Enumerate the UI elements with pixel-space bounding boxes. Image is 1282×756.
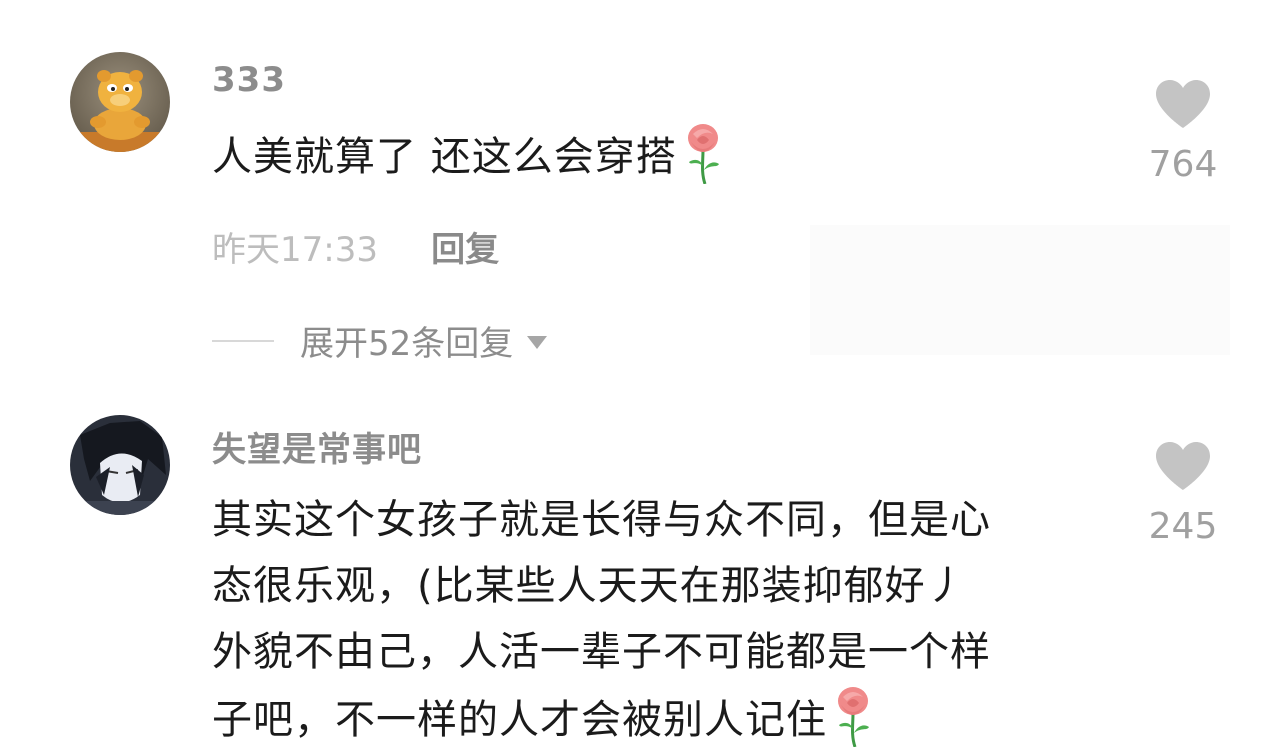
comment-line: 外貌不由己，人活一辈子不可能都是一个样: [212, 629, 991, 675]
expand-replies-label: 展开52条回复: [300, 324, 514, 364]
rose-emoji-icon: [838, 687, 869, 747]
comment-line-text: 人美就算了 还这么会穿搭: [212, 134, 677, 180]
like-button[interactable]: 245: [1148, 440, 1218, 547]
plush-toy-avatar-image: [70, 52, 170, 152]
comment-text: 人美就算了 还这么会穿搭: [212, 122, 723, 190]
anime-character-avatar-image: [70, 415, 170, 515]
like-count: 245: [1148, 506, 1218, 547]
username[interactable]: 失望是常事吧: [212, 422, 422, 471]
rose-emoji-icon: [687, 124, 719, 184]
like-button[interactable]: 764: [1148, 78, 1218, 185]
comment-meta: 昨天17:33 回复: [212, 222, 499, 271]
comment-line: 子吧，不一样的人才会被别人记住: [212, 685, 991, 753]
avatar[interactable]: [70, 52, 170, 152]
reply-button[interactable]: 回复: [431, 222, 499, 271]
heart-icon: [1156, 80, 1210, 128]
blurred-region: [810, 225, 1230, 355]
username[interactable]: 333: [212, 60, 286, 100]
expand-replies-button[interactable]: 展开52条回复: [212, 316, 548, 365]
divider-line: [212, 339, 274, 342]
comment-text: 其实这个女孩子就是长得与众不同，但是心 态很乐观，(比某些人天天在那装抑郁好丿 …: [212, 487, 991, 753]
comment-line: 人美就算了 还这么会穿搭: [212, 122, 723, 190]
caret-down-icon: [527, 336, 548, 349]
heart-icon: [1156, 442, 1210, 490]
avatar[interactable]: [70, 415, 170, 515]
like-count: 764: [1148, 144, 1218, 185]
timestamp: 昨天17:33: [212, 230, 378, 270]
comment-line: 其实这个女孩子就是长得与众不同，但是心: [212, 497, 991, 543]
comment-line: 态很乐观，(比某些人天天在那装抑郁好丿: [212, 563, 967, 609]
comment-line-text: 子吧，不一样的人才会被别人记住: [212, 697, 827, 743]
